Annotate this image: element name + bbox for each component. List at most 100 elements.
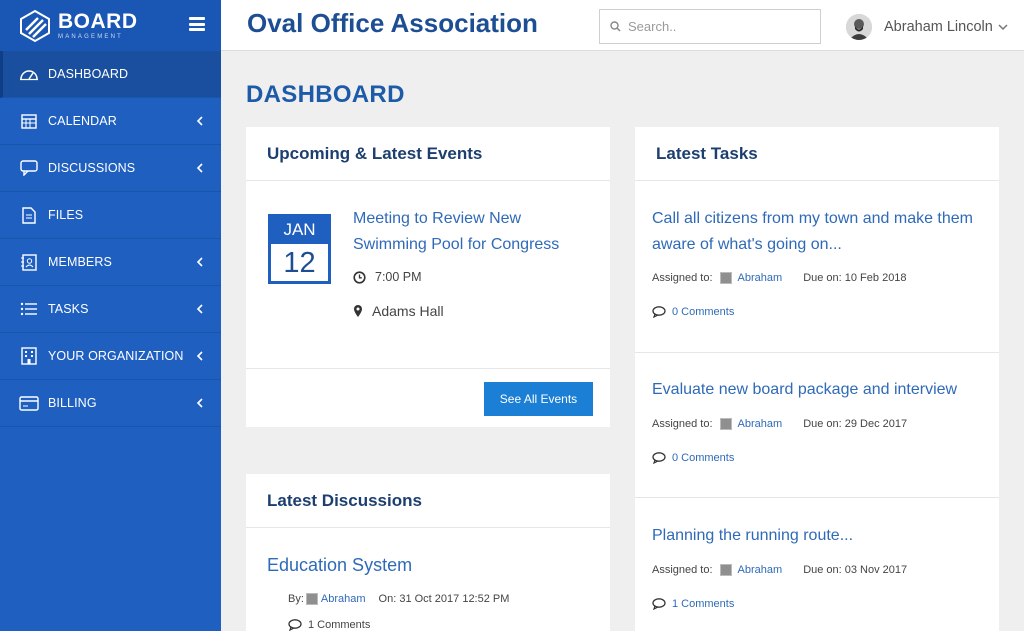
brand: BOARD MANAGEMENT bbox=[0, 0, 221, 51]
tasks-heading: Latest Tasks bbox=[635, 127, 999, 181]
assignee-avatar bbox=[719, 418, 732, 430]
chevron-left-icon bbox=[196, 351, 203, 361]
building-icon bbox=[19, 347, 39, 365]
user-menu[interactable]: Abraham Lincoln bbox=[846, 14, 1008, 40]
event-title-link[interactable]: Meeting to Review New Swimming Pool for … bbox=[353, 206, 583, 258]
assigned-label: Assigned to: bbox=[652, 564, 713, 576]
comment-icon bbox=[652, 306, 666, 318]
assigned-label: Assigned to: bbox=[652, 418, 713, 430]
sidebar-item-label: CALENDAR bbox=[48, 114, 117, 128]
search-input[interactable] bbox=[628, 19, 808, 34]
search-icon bbox=[610, 21, 621, 32]
chevron-left-icon bbox=[196, 257, 203, 267]
event-time-text: 7:00 PM bbox=[375, 270, 422, 284]
due-date: Due on: 10 Feb 2018 bbox=[803, 272, 907, 284]
discussions-heading: Latest Discussions bbox=[246, 474, 610, 528]
due-date: Due on: 03 Nov 2017 bbox=[803, 564, 908, 576]
task-item: Call all citizens from my town and make … bbox=[635, 182, 999, 353]
due-date: Due on: 29 Dec 2017 bbox=[803, 418, 908, 430]
comments-count: 0 Comments bbox=[672, 306, 735, 318]
assignee-link[interactable]: Abraham bbox=[738, 564, 783, 576]
comment-icon bbox=[288, 619, 302, 631]
task-comments-link[interactable]: 0 Comments bbox=[652, 452, 734, 464]
task-title-link[interactable]: Evaluate new board package and interview bbox=[652, 377, 992, 403]
file-icon bbox=[19, 206, 39, 224]
discussion-date: On: 31 Oct 2017 12:52 PM bbox=[378, 593, 510, 605]
user-name: Abraham Lincoln bbox=[884, 19, 993, 35]
comment-icon bbox=[652, 598, 666, 610]
comments-count: 1 Comments bbox=[308, 619, 371, 631]
tasks-card: Latest Tasks Call all citizens from my t… bbox=[635, 127, 999, 631]
brand-subtitle: MANAGEMENT bbox=[58, 34, 124, 40]
sidebar-item-tasks[interactable]: TASKS bbox=[0, 286, 221, 333]
logo-icon bbox=[20, 9, 50, 42]
sidebar-item-label: DASHBOARD bbox=[48, 67, 129, 81]
sidebar-item-label: YOUR ORGANIZATION bbox=[48, 349, 184, 363]
by-label: By: bbox=[288, 593, 304, 605]
discussion-title-link[interactable]: Education System bbox=[267, 555, 412, 576]
page-title: DASHBOARD bbox=[246, 81, 405, 108]
comments-count: 0 Comments bbox=[672, 452, 735, 464]
chat-icon bbox=[19, 159, 39, 177]
task-comments-link[interactable]: 0 Comments bbox=[652, 306, 734, 318]
map-marker-icon bbox=[354, 305, 362, 317]
task-item: Planning the running route... Assigned t… bbox=[635, 498, 999, 631]
events-footer: See All Events bbox=[246, 368, 610, 427]
brand-title: BOARD bbox=[58, 10, 138, 33]
assignee-link[interactable]: Abraham bbox=[738, 272, 783, 284]
events-heading: Upcoming & Latest Events bbox=[246, 127, 610, 181]
sidebar-item-discussions[interactable]: DISCUSSIONS bbox=[0, 145, 221, 192]
sidebar-item-organization[interactable]: YOUR ORGANIZATION bbox=[0, 333, 221, 380]
task-comments-link[interactable]: 1 Comments bbox=[652, 598, 734, 610]
event-time: 7:00 PM bbox=[353, 270, 422, 284]
topbar: Oval Office Association Abraham Lincoln bbox=[221, 0, 1024, 51]
sidebar-item-calendar[interactable]: CALENDAR bbox=[0, 98, 221, 145]
sidebar-item-files[interactable]: FILES bbox=[0, 192, 221, 239]
contacts-icon bbox=[19, 253, 39, 271]
sidebar-item-label: TASKS bbox=[48, 302, 89, 316]
chevron-left-icon bbox=[196, 163, 203, 173]
task-title-link[interactable]: Call all citizens from my town and make … bbox=[652, 206, 992, 258]
comments-count: 1 Comments bbox=[672, 598, 735, 610]
comment-icon bbox=[652, 452, 666, 464]
sidebar-item-label: FILES bbox=[48, 208, 84, 222]
gauge-icon bbox=[19, 65, 39, 83]
sidebar-item-billing[interactable]: BILLING bbox=[0, 380, 221, 427]
list-icon bbox=[19, 300, 39, 318]
discussions-card: Latest Discussions Education System By: … bbox=[246, 474, 610, 631]
chevron-left-icon bbox=[196, 398, 203, 408]
event-month: JAN bbox=[268, 214, 331, 244]
search-box[interactable] bbox=[599, 9, 821, 44]
event-location: Adams Hall bbox=[353, 303, 444, 319]
avatar bbox=[846, 14, 872, 40]
assigned-label: Assigned to: bbox=[652, 272, 713, 284]
sidebar-item-members[interactable]: MEMBERS bbox=[0, 239, 221, 286]
task-item: Evaluate new board package and interview… bbox=[635, 353, 999, 498]
discussion-meta: By: Abraham On: 31 Oct 2017 12:52 PM bbox=[288, 593, 509, 605]
discussion-comments[interactable]: 1 Comments bbox=[288, 619, 370, 631]
author-avatar bbox=[305, 593, 318, 605]
task-title-link[interactable]: Planning the running route... bbox=[652, 523, 992, 549]
task-meta: Assigned to: Abraham Due on: 03 Nov 2017 bbox=[652, 564, 907, 576]
author-link[interactable]: Abraham bbox=[321, 593, 366, 605]
calendar-icon bbox=[19, 112, 39, 130]
assignee-avatar bbox=[719, 564, 732, 576]
menu-toggle-icon[interactable] bbox=[189, 17, 205, 31]
clock-icon bbox=[353, 270, 366, 284]
credit-card-icon bbox=[19, 394, 39, 412]
sidebar-item-dashboard[interactable]: DASHBOARD bbox=[0, 51, 221, 98]
assignee-avatar bbox=[719, 272, 732, 284]
chevron-left-icon bbox=[196, 304, 203, 314]
assignee-link[interactable]: Abraham bbox=[738, 418, 783, 430]
sidebar: BOARD MANAGEMENT DASHBOARD CALENDAR DISC… bbox=[0, 0, 221, 631]
chevron-down-icon bbox=[998, 24, 1008, 31]
event-day: 12 bbox=[268, 244, 331, 284]
chevron-left-icon bbox=[196, 116, 203, 126]
org-title: Oval Office Association bbox=[247, 8, 538, 38]
events-card: Upcoming & Latest Events JAN 12 Meeting … bbox=[246, 127, 610, 427]
sidebar-item-label: BILLING bbox=[48, 396, 97, 410]
see-all-events-button[interactable]: See All Events bbox=[484, 382, 593, 416]
event-date-badge: JAN 12 bbox=[268, 214, 331, 284]
task-meta: Assigned to: Abraham Due on: 10 Feb 2018 bbox=[652, 272, 907, 284]
sidebar-item-label: MEMBERS bbox=[48, 255, 112, 269]
